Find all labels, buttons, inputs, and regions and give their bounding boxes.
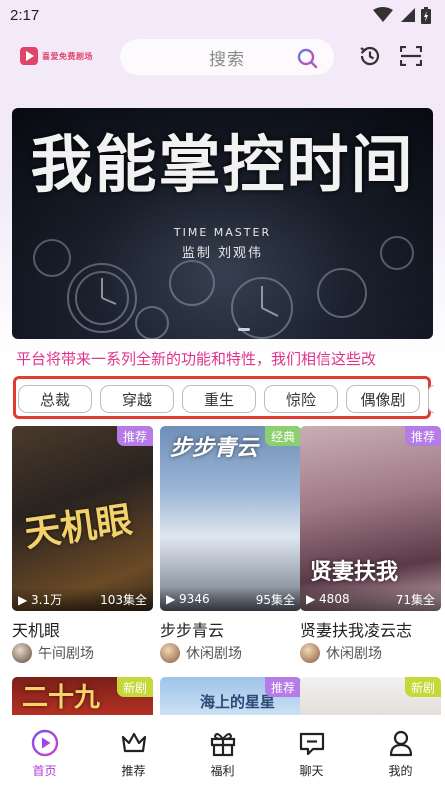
tab-label: 首页 xyxy=(32,764,57,778)
drama-title[interactable]: 天机眼 xyxy=(12,617,153,640)
chat-icon xyxy=(299,732,324,756)
app-logo[interactable]: 喜爱免费剧场 xyxy=(20,44,93,68)
drama-poster[interactable]: 二十九 新剧 xyxy=(12,677,153,717)
channel-name: 午间剧场 xyxy=(38,646,94,662)
episode-count: 71集全 xyxy=(395,592,435,607)
play-circle-icon xyxy=(31,729,58,757)
drama-card[interactable]: 步步青云 经典 ▶ 9346 95集全 步步青云 休闲剧场 xyxy=(160,426,301,663)
crown-icon xyxy=(121,732,146,753)
plays-value: 9346 xyxy=(179,592,210,606)
logo-text: 喜爱免费剧场 xyxy=(42,51,93,61)
tag-item-partial[interactable] xyxy=(428,385,434,413)
tab-label: 聊天 xyxy=(299,764,324,778)
tab-welfare[interactable]: 福利 xyxy=(193,729,253,779)
drama-channel[interactable]: 午间剧场 xyxy=(12,643,153,663)
drama-card[interactable]: 贤妻扶我 推荐 ▶ 4808 71集全 贤妻扶我凌云志 休闲剧场 xyxy=(300,426,441,663)
banner-page-indicator xyxy=(238,328,250,331)
scan-icon[interactable] xyxy=(400,46,422,66)
search-box[interactable]: 搜索 xyxy=(120,39,334,75)
tab-recommend[interactable]: 推荐 xyxy=(104,729,164,779)
poster-art-text: 二十九 xyxy=(22,683,101,713)
status-icons xyxy=(373,6,431,24)
announcement-marquee[interactable]: 平台将带来一系列全新的功能和特性，我们相信这些改 xyxy=(16,348,436,372)
tab-chat[interactable]: 聊天 xyxy=(282,729,342,779)
drama-stats: ▶ 9346 95集全 xyxy=(160,587,301,611)
banner-subtitle-en: TIME MASTER xyxy=(173,226,272,239)
featured-banner[interactable]: 我能掌控时间 TIME MASTER 监制 刘观伟 xyxy=(12,108,433,339)
battery-icon xyxy=(421,6,431,24)
plays-value: 3.1万 xyxy=(31,592,63,607)
gift-icon xyxy=(210,733,235,757)
drama-poster[interactable]: 新剧 xyxy=(300,677,441,717)
drama-badge: 推荐 xyxy=(404,426,441,446)
drama-title[interactable]: 贤妻扶我凌云志 xyxy=(300,617,441,640)
channel-avatar xyxy=(160,643,180,663)
tag-item[interactable]: 穿越 xyxy=(100,385,174,413)
status-bar: 2:17 xyxy=(0,0,445,30)
tag-item[interactable]: 总裁 xyxy=(18,385,92,413)
tag-item[interactable]: 偶像剧 xyxy=(346,385,420,413)
channel-avatar xyxy=(300,643,320,663)
poster-art-text: 天机眼 xyxy=(22,498,135,556)
episode-count: 103集全 xyxy=(100,592,147,607)
tab-mine[interactable]: 我的 xyxy=(371,729,431,779)
bottom-tab-bar: 首页 推荐 福利 聊天 我的 xyxy=(0,715,445,791)
drama-poster[interactable]: 步步青云 经典 ▶ 9346 95集全 xyxy=(160,426,301,611)
wifi-icon xyxy=(373,7,393,22)
plays-count: ▶ 9346 xyxy=(166,592,210,606)
plays-count: ▶ 4808 xyxy=(306,592,350,606)
signal-icon xyxy=(401,8,415,22)
drama-poster[interactable]: 天机眼 推荐 ▶ 3.1万 103集全 xyxy=(12,426,153,611)
poster-art-text: 海上的星星 xyxy=(200,693,276,711)
drama-card[interactable]: 海上的星星 推荐 xyxy=(160,677,301,717)
tab-home[interactable]: 首页 xyxy=(15,729,75,779)
tag-item[interactable]: 惊险 xyxy=(264,385,338,413)
drama-title[interactable]: 步步青云 xyxy=(160,617,301,640)
category-tags: 总裁 穿越 重生 惊险 偶像剧 xyxy=(18,385,445,413)
drama-poster[interactable]: 贤妻扶我 推荐 ▶ 4808 71集全 xyxy=(300,426,441,611)
channel-name: 休闲剧场 xyxy=(186,646,242,662)
history-icon[interactable] xyxy=(358,44,382,68)
tab-label: 福利 xyxy=(210,764,235,778)
banner-title: 我能掌控时间 xyxy=(30,128,415,201)
poster-art-text: 贤妻扶我 xyxy=(310,559,399,585)
drama-stats: ▶ 4808 71集全 xyxy=(300,587,441,611)
drama-badge: 经典 xyxy=(264,426,301,446)
drama-badge: 新剧 xyxy=(116,677,153,697)
drama-stats: ▶ 3.1万 103集全 xyxy=(12,587,153,611)
drama-channel[interactable]: 休闲剧场 xyxy=(160,643,301,663)
channel-name: 休闲剧场 xyxy=(326,646,382,662)
episode-count: 95集全 xyxy=(255,592,295,607)
channel-avatar xyxy=(12,643,32,663)
top-bar: 喜爱免费剧场 搜索 xyxy=(0,36,445,80)
drama-card[interactable]: 天机眼 推荐 ▶ 3.1万 103集全 天机眼 午间剧场 xyxy=(12,426,153,663)
logo-play-icon xyxy=(20,47,38,65)
drama-badge: 推荐 xyxy=(264,677,301,697)
poster-art-text: 步步青云 xyxy=(170,435,259,461)
drama-poster[interactable]: 海上的星星 推荐 xyxy=(160,677,301,717)
drama-badge: 推荐 xyxy=(116,426,153,446)
banner-credit: 监制 刘观伟 xyxy=(181,246,264,261)
search-icon[interactable] xyxy=(296,47,318,69)
search-placeholder: 搜索 xyxy=(209,49,245,70)
tab-label: 我的 xyxy=(388,764,413,778)
plays-value: 4808 xyxy=(319,592,350,606)
tag-item[interactable]: 重生 xyxy=(182,385,256,413)
status-time: 2:17 xyxy=(10,6,40,24)
drama-card[interactable]: 二十九 新剧 xyxy=(12,677,153,717)
user-icon xyxy=(389,730,412,757)
drama-badge: 新剧 xyxy=(404,677,441,697)
drama-card[interactable]: 新剧 xyxy=(300,677,441,717)
tab-label: 推荐 xyxy=(121,764,146,778)
plays-count: ▶ 3.1万 xyxy=(18,592,63,607)
drama-channel[interactable]: 休闲剧场 xyxy=(300,643,441,663)
